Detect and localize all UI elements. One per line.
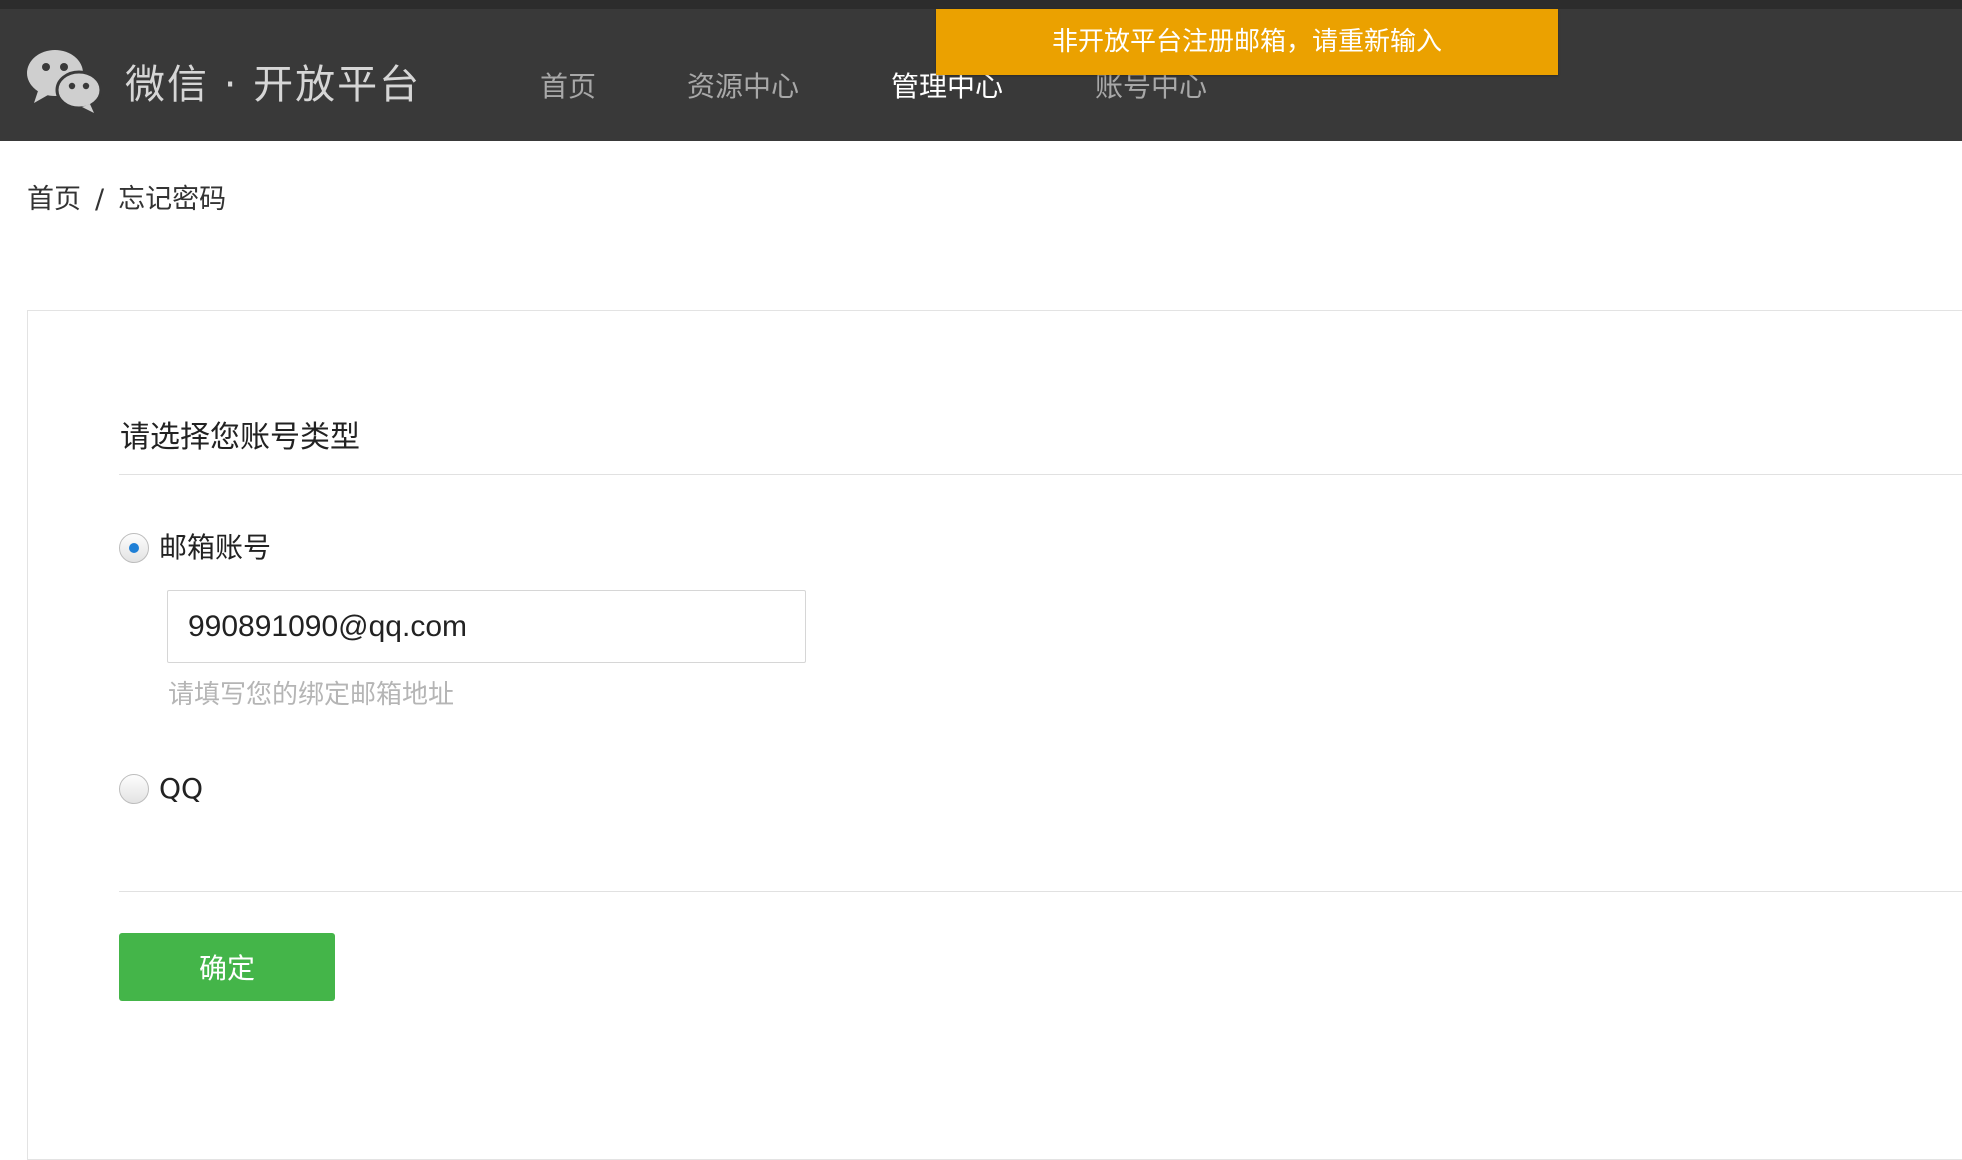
breadcrumb-current: 忘记密码 xyxy=(118,184,227,215)
wechat-logo-icon[interactable] xyxy=(26,47,102,113)
section-divider xyxy=(119,474,1962,475)
confirm-button[interactable]: 确定 xyxy=(119,933,335,1001)
email-hint: 请填写您的绑定邮箱地址 xyxy=(168,680,455,710)
breadcrumb-separator: / xyxy=(95,184,105,215)
breadcrumb-home-link[interactable]: 首页 xyxy=(27,184,81,215)
section-title: 请选择您账号类型 xyxy=(120,420,360,455)
brand-title[interactable]: 微信 · 开放平台 xyxy=(125,59,421,111)
radio-label-qq: QQ xyxy=(159,772,204,805)
radio-button-email[interactable] xyxy=(119,533,149,563)
radio-button-qq[interactable] xyxy=(119,774,149,804)
radio-option-qq[interactable]: QQ xyxy=(119,771,203,807)
footer-divider xyxy=(119,891,1962,892)
nav-item-resources[interactable]: 资源中心 xyxy=(687,67,799,107)
breadcrumb: 首页 / 忘记密码 xyxy=(27,180,226,220)
radio-option-email[interactable]: 邮箱账号 xyxy=(119,530,271,566)
nav-item-home[interactable]: 首页 xyxy=(540,67,596,107)
email-input[interactable] xyxy=(167,590,806,663)
error-toast: 非开放平台注册邮箱，请重新输入 xyxy=(936,9,1558,75)
radio-label-email: 邮箱账号 xyxy=(159,531,272,564)
